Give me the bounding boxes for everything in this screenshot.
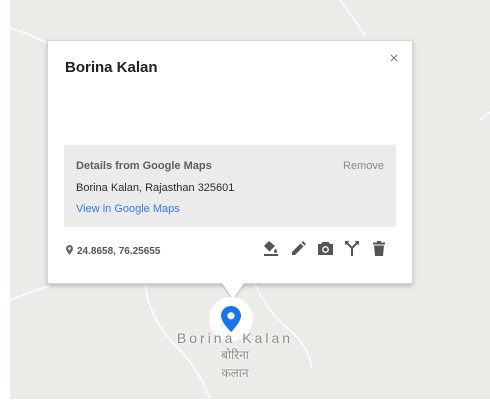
coordinates-text: 24.8658, 76.25655 bbox=[77, 246, 161, 257]
details-address: Borina Kalan, Rajasthan 325601 bbox=[76, 182, 235, 194]
map-place-label-hindi-2: कलान bbox=[221, 366, 249, 380]
location-pin-icon bbox=[66, 245, 73, 258]
directions-icon bbox=[345, 240, 359, 256]
close-button[interactable]: × bbox=[386, 51, 402, 67]
delete-button[interactable] bbox=[370, 239, 388, 257]
add-photo-button[interactable] bbox=[316, 239, 334, 257]
info-popup: Borina Kalan × Details from Google Maps … bbox=[47, 40, 413, 284]
map-pin-icon bbox=[221, 306, 241, 332]
edit-button[interactable] bbox=[289, 239, 307, 257]
remove-button[interactable]: Remove bbox=[343, 160, 384, 172]
paint-bucket-icon bbox=[264, 241, 278, 256]
details-heading: Details from Google Maps bbox=[76, 160, 212, 172]
style-button[interactable] bbox=[262, 239, 280, 257]
trash-icon bbox=[373, 240, 385, 256]
pencil-icon bbox=[291, 240, 306, 255]
map-place-label-hindi-1: बोरिना bbox=[221, 348, 249, 362]
coordinates: 24.8658, 76.25655 bbox=[66, 245, 160, 258]
google-maps-details: Details from Google Maps Remove Borina K… bbox=[64, 145, 396, 227]
view-in-google-maps-link[interactable]: View in Google Maps bbox=[76, 203, 180, 215]
directions-button[interactable] bbox=[343, 239, 361, 257]
map-place-label: Borina Kalan bbox=[176, 330, 294, 346]
feature-toolbar bbox=[262, 239, 388, 257]
camera-icon bbox=[317, 241, 333, 255]
popup-title: Borina Kalan bbox=[65, 59, 158, 76]
